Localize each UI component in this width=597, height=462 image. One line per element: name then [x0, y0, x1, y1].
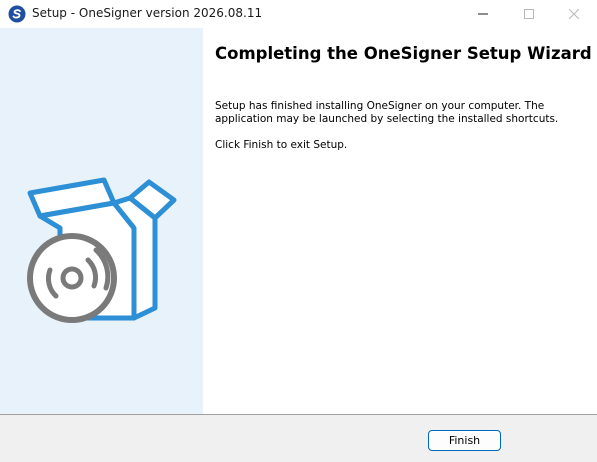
wizard-content: Completing the OneSigner Setup Wizard Se…: [203, 28, 597, 414]
completion-message: Setup has finished installing OneSigner …: [215, 100, 559, 125]
page-title: Completing the OneSigner Setup Wizard: [215, 44, 592, 63]
finish-button[interactable]: Finish: [428, 430, 501, 451]
close-button[interactable]: [551, 0, 597, 28]
close-icon: [569, 9, 579, 19]
maximize-button[interactable]: [506, 0, 552, 28]
minimize-button[interactable]: [460, 0, 506, 28]
maximize-icon: [524, 9, 534, 19]
wizard-side-panel: [0, 28, 203, 414]
exit-instructions: Click Finish to exit Setup.: [215, 139, 348, 151]
button-bar: Finish: [0, 414, 597, 462]
title-bar: Setup - OneSigner version 2026.08.11: [0, 0, 597, 28]
onesigner-logo-icon: [8, 5, 26, 23]
install-box-with-disc-icon: [27, 177, 177, 323]
window-title: Setup - OneSigner version 2026.08.11: [32, 6, 263, 20]
minimize-icon: [478, 13, 488, 15]
